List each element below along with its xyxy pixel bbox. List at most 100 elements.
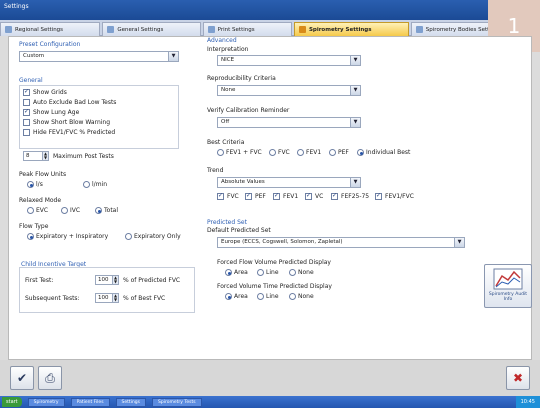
forced-flow-none-radio[interactable]: [289, 269, 296, 276]
verify-label: Verify Calibration Reminder: [207, 107, 290, 114]
reproducibility-select[interactable]: None ▼: [217, 85, 361, 96]
first-test-stepper[interactable]: 100 ▲ ▼: [95, 275, 119, 285]
trend-fvc[interactable]: FVC: [217, 192, 239, 200]
show-grids-checkbox[interactable]: [23, 88, 30, 96]
relaxed-total[interactable]: Total: [95, 207, 118, 214]
show-lung-age-option[interactable]: Show Lung Age: [23, 108, 79, 116]
flow-type-title: Flow Type: [19, 223, 49, 230]
trend-select[interactable]: Absolute Values ▼: [217, 177, 361, 188]
relaxed-evc[interactable]: EVC: [27, 207, 48, 214]
best-criteria-label: Best Criteria: [207, 139, 245, 146]
taskbar-item[interactable]: Patient Files: [70, 397, 110, 407]
best-fev1-radio[interactable]: [297, 149, 304, 156]
hide-fev1-option[interactable]: Hide FEV1/FVC % Predicted: [23, 129, 115, 136]
preset-select[interactable]: Custom ▼: [19, 51, 179, 62]
interpretation-select[interactable]: NICE ▼: [217, 55, 361, 66]
first-test-label: First Test:: [25, 277, 54, 284]
trend-fev1-checkbox[interactable]: [273, 192, 280, 200]
trend-fvc-checkbox[interactable]: [217, 192, 224, 200]
forced-time-area[interactable]: Area: [225, 293, 248, 300]
default-predicted-label: Default Predicted Set: [207, 227, 271, 234]
max-tests-stepper[interactable]: 8 ▲ ▼: [23, 151, 49, 161]
verify-select[interactable]: Off ▼: [217, 117, 361, 128]
best-fvc-radio[interactable]: [269, 149, 276, 156]
taskbar-item[interactable]: Spirometry Tests: [152, 397, 202, 407]
best-fvc[interactable]: FVC: [269, 149, 290, 156]
relaxed-ivc[interactable]: IVC: [61, 207, 80, 214]
ok-icon: ✔: [16, 371, 28, 385]
audit-button-label: Spirometry Audit Info: [488, 292, 528, 302]
forced-time-line[interactable]: Line: [257, 293, 279, 300]
hide-fev1-checkbox[interactable]: [23, 129, 30, 136]
ok-button[interactable]: ✔: [10, 366, 34, 390]
forced-flow-none[interactable]: None: [289, 269, 314, 276]
auto-exclude-option[interactable]: Auto Exclude Bad Low Tests: [23, 99, 116, 106]
auto-exclude-checkbox[interactable]: [23, 99, 30, 106]
window-title: Settings: [4, 3, 29, 10]
forced-flow-area-radio[interactable]: [225, 269, 232, 276]
tab-spirometry-settings[interactable]: Spirometry Settings: [293, 22, 409, 36]
trend-fev1-fvc-checkbox[interactable]: [375, 192, 382, 200]
print-button[interactable]: ⎙: [38, 366, 62, 390]
best-fev1-fvc-radio[interactable]: [217, 149, 224, 156]
bottom-toolbar: ✔ ⎙ ✖: [0, 360, 540, 396]
system-clock: 10:45: [515, 396, 540, 408]
taskbar-item[interactable]: Spirometry: [27, 397, 65, 407]
tab-general-settings[interactable]: General Settings: [102, 22, 201, 36]
relaxed-total-radio[interactable]: [95, 207, 102, 214]
forced-time-area-radio[interactable]: [225, 293, 232, 300]
trend-fev1[interactable]: FEV1: [273, 192, 298, 200]
short-blow-checkbox[interactable]: [23, 119, 30, 126]
forced-time-line-radio[interactable]: [257, 293, 264, 300]
forced-flow-line[interactable]: Line: [257, 269, 279, 276]
trend-fef-checkbox[interactable]: [331, 192, 338, 200]
relaxed-evc-radio[interactable]: [27, 207, 34, 214]
show-grids-option[interactable]: Show Grids: [23, 88, 67, 96]
trend-fev1-fvc[interactable]: FEV1/FVC: [375, 192, 414, 200]
best-fev1[interactable]: FEV1: [297, 149, 321, 156]
globe-icon: [5, 26, 12, 33]
show-lung-age-checkbox[interactable]: [23, 108, 30, 116]
subsequent-stepper[interactable]: 100 ▲ ▼: [95, 293, 119, 303]
stepper-arrows-icon[interactable]: ▲ ▼: [112, 294, 118, 302]
best-pef[interactable]: PEF: [329, 149, 349, 156]
best-individual-radio[interactable]: [357, 149, 364, 156]
trend-vc-checkbox[interactable]: [305, 192, 312, 200]
trend-fef[interactable]: FEF25-75: [331, 192, 369, 200]
forced-time-label: Forced Volume Time Predicted Display: [217, 283, 332, 290]
taskbar-item[interactable]: Settings: [115, 397, 147, 407]
forced-flow-line-radio[interactable]: [257, 269, 264, 276]
advanced-title: Advanced: [207, 37, 237, 44]
tab-regional-settings[interactable]: Regional Settings: [0, 22, 101, 36]
relaxed-mode-title: Relaxed Mode: [19, 197, 62, 204]
peak-flow-ls[interactable]: l/s: [27, 181, 43, 188]
relaxed-ivc-radio[interactable]: [61, 207, 68, 214]
tab-print-settings[interactable]: Print Settings: [202, 22, 292, 36]
interpretation-label: Interpretation: [207, 46, 249, 53]
flow-type-exp-insp-radio[interactable]: [27, 233, 34, 240]
best-pef-radio[interactable]: [329, 149, 336, 156]
forced-time-none-radio[interactable]: [289, 293, 296, 300]
stepper-arrows-icon[interactable]: ▲ ▼: [42, 152, 48, 160]
flow-type-exp-only-radio[interactable]: [125, 233, 132, 240]
trend-pef-checkbox[interactable]: [245, 192, 252, 200]
trend-vc[interactable]: VC: [305, 192, 323, 200]
flow-type-exp-only[interactable]: Expiratory Only: [125, 233, 181, 240]
forced-flow-area[interactable]: Area: [225, 269, 248, 276]
stepper-arrows-icon[interactable]: ▲ ▼: [112, 276, 118, 284]
start-button[interactable]: start: [2, 397, 22, 407]
trend-pef[interactable]: PEF: [245, 192, 266, 200]
default-predicted-select[interactable]: Europe (ECCS, Cogswell, Solomon, Zapleta…: [217, 237, 465, 248]
reproducibility-label: Reproducibility Criteria: [207, 75, 276, 82]
forced-time-none[interactable]: None: [289, 293, 314, 300]
peak-flow-ls-radio[interactable]: [27, 181, 34, 188]
peak-flow-lmin-radio[interactable]: [83, 181, 90, 188]
short-blow-option[interactable]: Show Short Blow Warning: [23, 119, 110, 126]
peak-flow-lmin[interactable]: l/min: [83, 181, 107, 188]
close-button[interactable]: ✖: [506, 366, 530, 390]
best-individual[interactable]: Individual Best: [357, 149, 410, 156]
spirometry-audit-button[interactable]: Spirometry Audit Info: [484, 264, 532, 308]
flow-type-exp-insp[interactable]: Expiratory + Inspiratory: [27, 233, 108, 240]
best-fev1-fvc[interactable]: FEV1 + FVC: [217, 149, 262, 156]
chevron-down-icon: ▼: [350, 56, 360, 65]
